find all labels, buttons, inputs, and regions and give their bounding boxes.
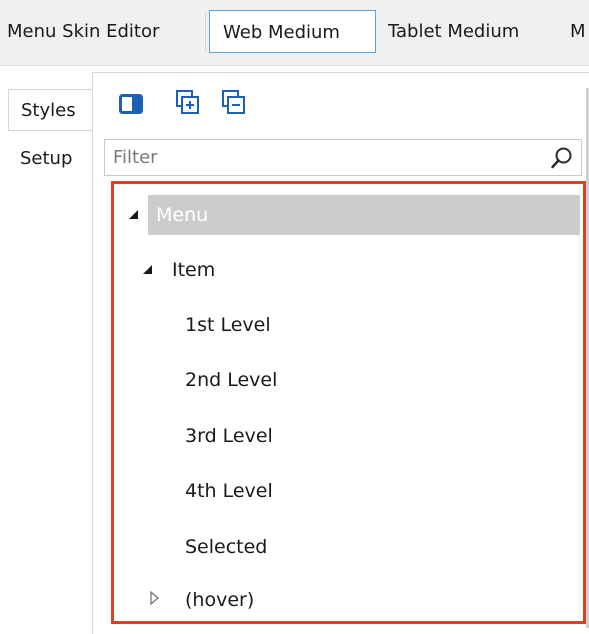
tree-node-2nd-level[interactable]: 2nd Level: [185, 360, 277, 400]
expand-all-button[interactable]: [175, 89, 201, 117]
tree-node-4th-level[interactable]: 4th Level: [185, 471, 273, 511]
tab-label: Menu Skin Editor: [7, 21, 160, 42]
style-tree: Menu Item 1st Level 2nd Level 3rd Level …: [111, 181, 586, 624]
tree-node-3rd-level[interactable]: 3rd Level: [185, 416, 273, 456]
tab-separator: [205, 14, 206, 50]
tab-setup[interactable]: Setup: [8, 138, 93, 180]
tab-label: Setup: [20, 148, 73, 169]
tab-web-medium[interactable]: Web Medium: [209, 10, 376, 53]
tree-node-label: 4th Level: [185, 480, 273, 502]
panel-toggle-button[interactable]: [119, 93, 143, 115]
triangle-collapsed-icon[interactable]: [149, 591, 161, 605]
panel-toggle-icon: [119, 94, 143, 114]
expand-all-icon: [176, 90, 199, 114]
collapse-all-button[interactable]: [221, 89, 247, 117]
tree-node-label: Selected: [185, 536, 268, 558]
tab-label: Tablet Medium: [388, 21, 520, 42]
tree-node-selected[interactable]: Selected: [185, 527, 267, 567]
tree-node-label: (hover): [185, 589, 255, 611]
tree-node-hover[interactable]: (hover): [185, 580, 254, 620]
tree-node-label: 1st Level: [185, 314, 271, 336]
triangle-expanded-icon[interactable]: [126, 207, 142, 223]
tab-label: Styles: [21, 100, 76, 121]
tab-styles[interactable]: Styles: [8, 89, 93, 131]
tab-tablet-medium[interactable]: Tablet Medium: [388, 10, 558, 53]
tree-node-label: Item: [172, 259, 216, 281]
tree-node-1st-level[interactable]: 1st Level: [185, 305, 271, 345]
search-icon[interactable]: [550, 146, 574, 170]
tab-label: M: [570, 21, 586, 42]
triangle-expanded-icon[interactable]: [140, 262, 156, 278]
tab-label: Web Medium: [223, 22, 340, 43]
tree-node-label: 3rd Level: [185, 425, 273, 447]
tab-menu-skin-editor[interactable]: Menu Skin Editor: [7, 10, 202, 53]
collapse-all-icon: [222, 90, 245, 114]
tab-truncated[interactable]: M: [570, 10, 589, 53]
tree-node-label: Menu: [156, 204, 209, 226]
tree-node-item[interactable]: Item: [172, 250, 215, 290]
filter-box: [104, 139, 582, 176]
tree-node-label: 2nd Level: [185, 369, 278, 391]
tree-node-menu[interactable]: Menu: [148, 195, 580, 235]
filter-input[interactable]: [113, 144, 533, 171]
document-tab-strip: Menu Skin Editor Web Medium Tablet Mediu…: [0, 0, 589, 66]
